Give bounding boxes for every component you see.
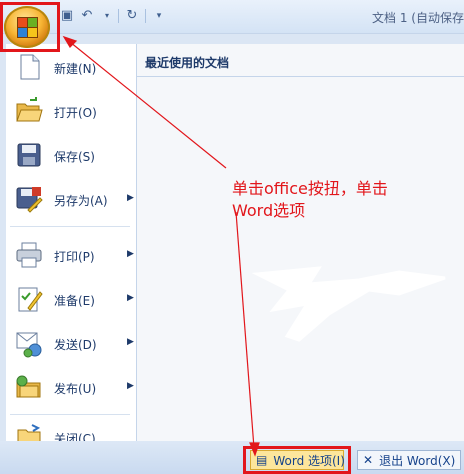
menu-divider [10, 226, 130, 227]
printer-icon [16, 242, 42, 268]
chevron-down-icon[interactable]: ▾ [100, 9, 114, 23]
menu-item-label: 新建(N) [54, 62, 97, 76]
submenu-arrow-icon: ▶ [127, 193, 134, 203]
toolbar-separator [145, 9, 146, 23]
menu-commands: 新建(N) 打开(O) 保存(S) 另存为(A) ▶ 打印(P) ▶ 准备(E)… [6, 44, 137, 450]
menu-item-label: 发布(U) [54, 382, 97, 396]
menu-divider [10, 414, 130, 415]
menu-item-publish[interactable]: 发布(U) ▶ [6, 366, 136, 410]
menu-item-label: 打开(O) [54, 106, 97, 120]
close-icon: ✕ [363, 453, 374, 467]
new-document-icon [20, 54, 40, 80]
exit-word-label: 退出 Word(X) [379, 453, 456, 468]
document-title: 文档 1 (自动保存 [372, 11, 464, 25]
menu-item-save-as[interactable]: 另存为(A) ▶ [6, 178, 136, 222]
save-as-icon [16, 187, 43, 213]
menu-item-new[interactable]: 新建(N) [6, 46, 136, 90]
save-icon[interactable]: ▣ [60, 9, 74, 23]
office-menu: 新建(N) 打开(O) 保存(S) 另存为(A) ▶ 打印(P) ▶ 准备(E)… [0, 33, 464, 450]
menu-item-open[interactable]: 打开(O) [6, 90, 136, 134]
menu-item-send[interactable]: 发送(D) ▶ [6, 322, 136, 366]
submenu-arrow-icon: ▶ [127, 337, 134, 347]
menu-item-save[interactable]: 保存(S) [6, 134, 136, 178]
menu-item-label: 准备(E) [54, 294, 95, 308]
customize-dropdown-icon[interactable]: ▾ [152, 9, 166, 23]
redaction-scribble [251, 266, 446, 342]
recent-documents-divider [137, 76, 464, 77]
annotation-highlight-office-button [0, 2, 60, 52]
send-icon [16, 332, 42, 358]
save-icon [17, 143, 41, 167]
open-folder-icon [16, 97, 43, 122]
menu-item-print[interactable]: 打印(P) ▶ [6, 234, 136, 278]
annotation-highlight-word-options [243, 446, 351, 474]
submenu-arrow-icon: ▶ [127, 381, 134, 391]
menu-item-label: 保存(S) [54, 150, 95, 164]
menu-item-label: 打印(P) [54, 250, 95, 264]
annotation-line-1: 单击office按扭，单击 [232, 179, 388, 198]
title-bar: ▣ ↶ ▾ ↻ ▾ 文档 1 (自动保存 [0, 0, 464, 34]
annotation-line-2: Word选项 [232, 201, 306, 220]
prepare-icon [18, 287, 43, 312]
submenu-arrow-icon: ▶ [127, 249, 134, 259]
recent-documents-title: 最近使用的文档 [145, 56, 230, 70]
publish-icon [16, 375, 41, 398]
undo-icon[interactable]: ↶ [80, 9, 94, 23]
menu-item-prepare[interactable]: 准备(E) ▶ [6, 278, 136, 322]
toolbar-separator [118, 9, 119, 23]
annotation-text: 单击office按扭，单击 Word选项 [232, 178, 452, 222]
quick-access-toolbar: ▣ ↶ ▾ ↻ ▾ [54, 7, 172, 25]
recent-documents-pane: 最近使用的文档 [137, 44, 464, 442]
exit-word-button[interactable]: ✕ 退出 Word(X) [357, 450, 461, 470]
menu-item-label: 另存为(A) [54, 194, 108, 208]
menu-item-label: 发送(D) [54, 338, 97, 352]
menu-bottom-bar: ▤ Word 选项(I) ✕ 退出 Word(X) [0, 441, 464, 474]
redo-icon[interactable]: ↻ [125, 9, 139, 23]
submenu-arrow-icon: ▶ [127, 293, 134, 303]
